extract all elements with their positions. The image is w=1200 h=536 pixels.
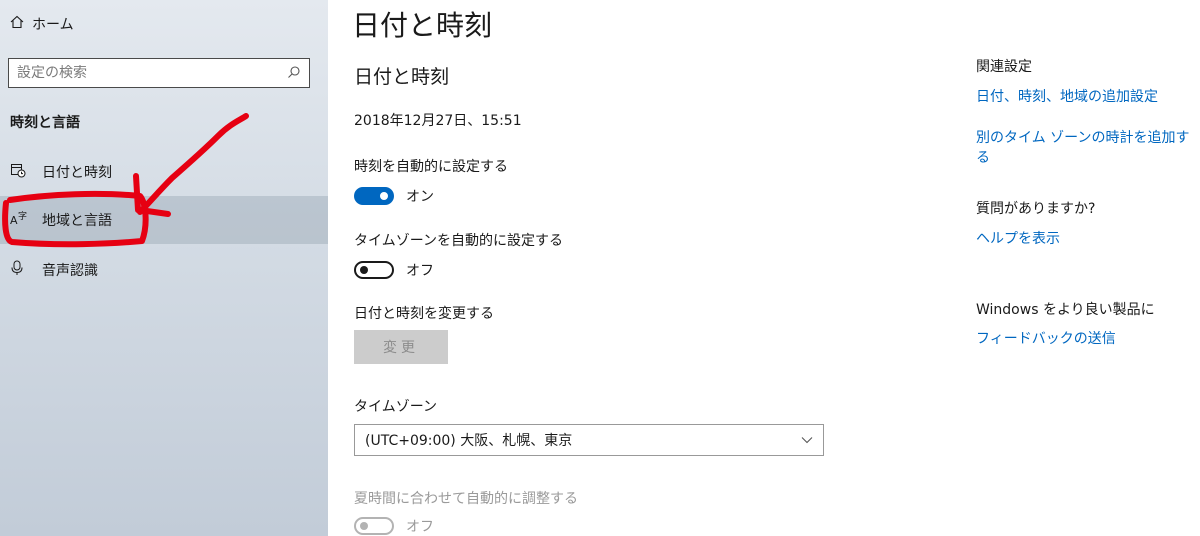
dst-row: オフ: [354, 516, 434, 536]
main-content: 日付と時刻 日付と時刻 2018年12月27日、15:51 時刻を自動的に設定す…: [328, 0, 1200, 536]
timezone-dropdown[interactable]: (UTC+09:00) 大阪、札幌、東京: [354, 424, 824, 456]
settings-search-input[interactable]: [17, 65, 287, 81]
settings-search-box[interactable]: [8, 58, 310, 88]
dst-label: 夏時間に合わせて自動的に調整する: [354, 491, 578, 507]
dst-toggle[interactable]: [354, 517, 394, 535]
current-datetime: 2018年12月27日、15:51: [354, 113, 522, 129]
home-label: ホーム: [32, 17, 74, 33]
svg-text:A: A: [10, 214, 18, 226]
question-heading: 質問がありますか?: [976, 201, 1096, 217]
auto-timezone-toggle[interactable]: [354, 261, 394, 279]
auto-time-state: オン: [406, 189, 434, 205]
additional-datetime-region-link[interactable]: 日付、時刻、地域の追加設定: [976, 86, 1158, 106]
language-icon: A字: [10, 210, 42, 230]
give-feedback-link[interactable]: フィードバックの送信: [976, 328, 1116, 348]
home-icon: [10, 15, 32, 33]
microphone-icon: [10, 260, 42, 280]
section-heading-time-language: 時刻と言語: [10, 115, 80, 131]
sidebar-item-label: 地域と言語: [42, 213, 112, 229]
page-title: 日付と時刻: [352, 9, 493, 42]
auto-time-label: 時刻を自動的に設定する: [354, 159, 508, 175]
auto-time-toggle[interactable]: [354, 187, 394, 205]
settings-sidebar: ホーム 時刻と言語 日付と時刻 A字 地域と言語 音声認識: [0, 0, 328, 536]
calendar-clock-icon: [10, 162, 42, 182]
sidebar-item-region-language[interactable]: A字 地域と言語: [0, 196, 328, 244]
related-settings-heading: 関連設定: [976, 59, 1032, 75]
auto-timezone-row: オフ: [354, 260, 434, 280]
change-button[interactable]: 変更: [354, 330, 448, 364]
timezone-label: タイムゾーン: [354, 399, 438, 415]
auto-time-row: オン: [354, 186, 434, 206]
sidebar-item-label: 日付と時刻: [42, 165, 112, 181]
timezone-value: (UTC+09:00) 大阪、札幌、東京: [365, 433, 573, 449]
section-title: 日付と時刻: [354, 66, 450, 88]
svg-text:字: 字: [18, 210, 27, 222]
get-help-link[interactable]: ヘルプを表示: [976, 228, 1060, 248]
add-clock-timezone-link[interactable]: 別のタイム ゾーンの時計を追加する: [976, 127, 1200, 167]
feedback-heading: Windows をより良い製品に: [976, 302, 1155, 318]
sidebar-item-date-time[interactable]: 日付と時刻: [0, 148, 328, 196]
search-icon[interactable]: [287, 64, 301, 83]
chevron-down-icon: [801, 432, 813, 448]
change-datetime-label: 日付と時刻を変更する: [354, 306, 494, 322]
sidebar-item-label: 音声認識: [42, 263, 98, 279]
auto-timezone-label: タイムゾーンを自動的に設定する: [354, 233, 564, 249]
sidebar-item-speech[interactable]: 音声認識: [0, 246, 328, 294]
dst-state: オフ: [406, 519, 434, 535]
home-nav-item[interactable]: ホーム: [10, 12, 74, 36]
auto-timezone-state: オフ: [406, 263, 434, 279]
